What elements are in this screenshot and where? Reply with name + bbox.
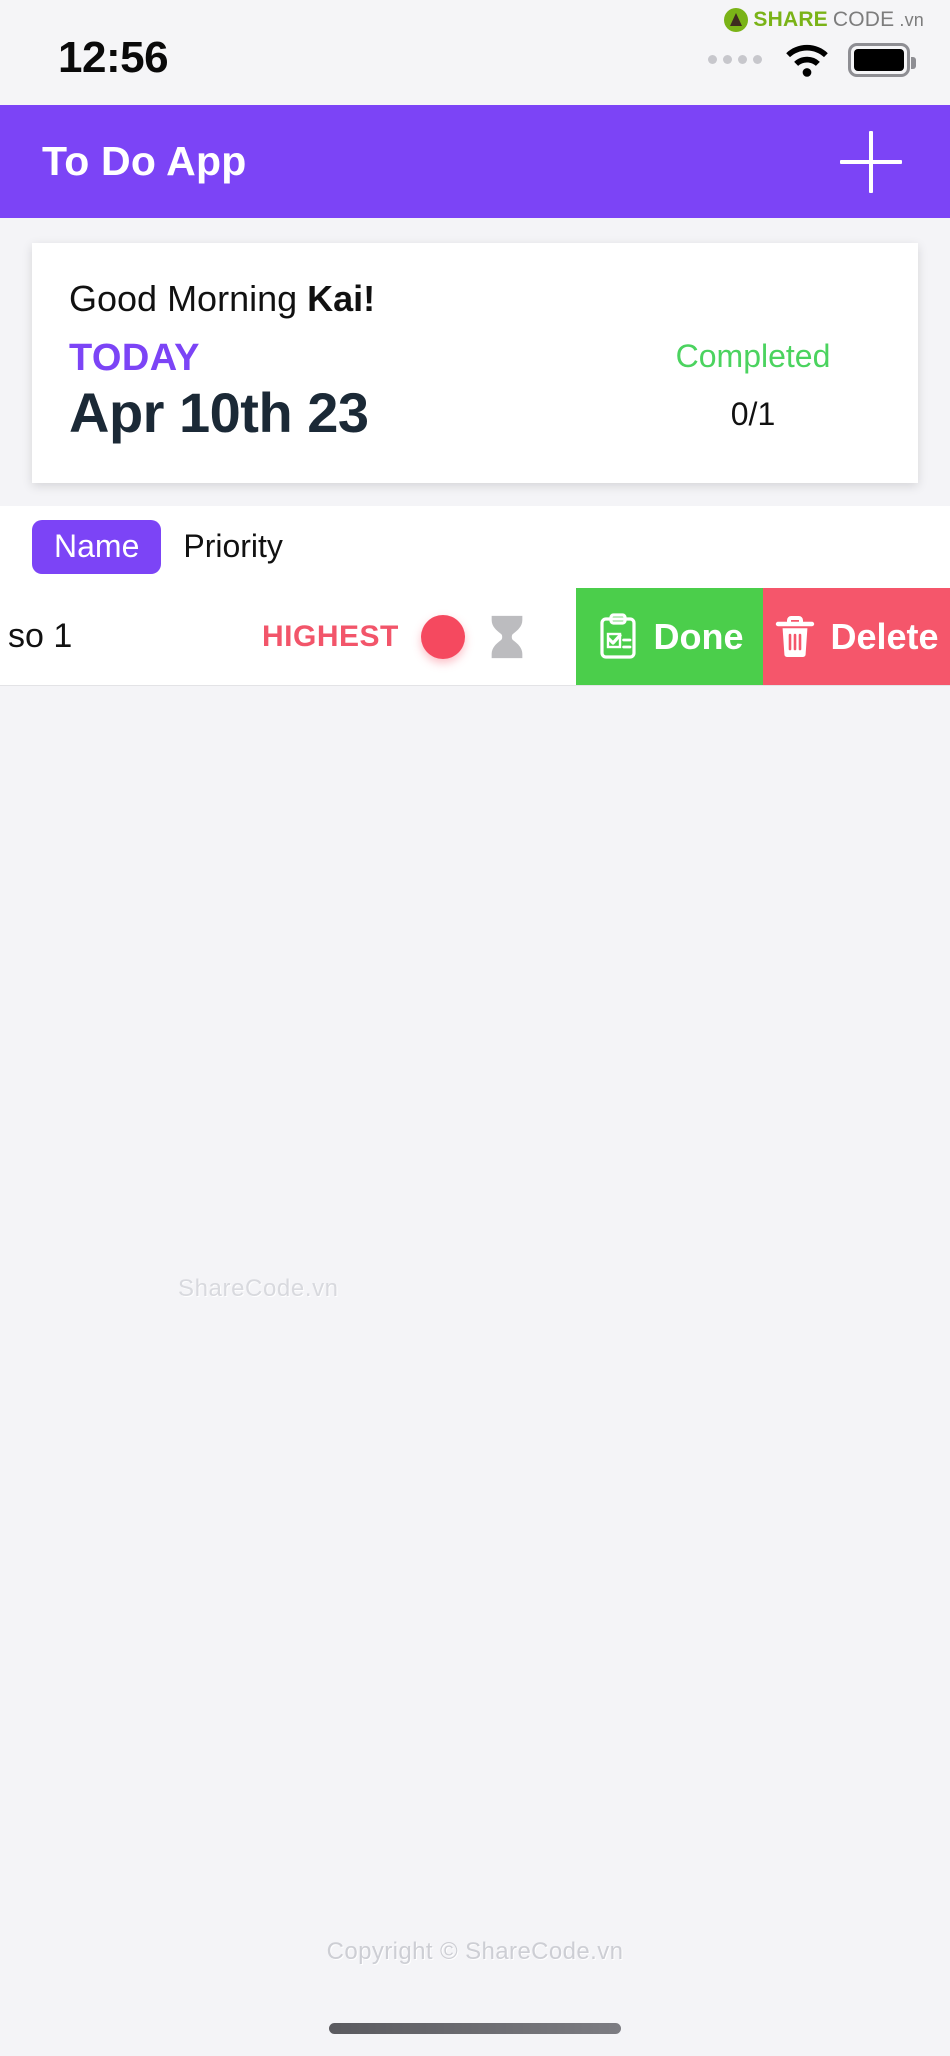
done-button-label: Done xyxy=(653,616,744,657)
sort-option-priority[interactable]: Priority xyxy=(183,530,283,564)
sharecode-watermark: SHARE CODE .vn xyxy=(724,8,924,32)
status-bar: 12:56 SHARE CODE .vn xyxy=(0,0,950,105)
watermark-tld: .vn xyxy=(899,9,924,30)
table-row[interactable]: so 1 HIGHEST Done Delete xyxy=(0,588,950,686)
greeting-name: Kai! xyxy=(307,278,376,319)
watermark-share: SHARE xyxy=(753,8,828,31)
greeting-card-left: Good Morning Kai! TODAY Apr 10th 23 xyxy=(69,279,628,443)
greeting-card-wrap: Good Morning Kai! TODAY Apr 10th 23 Comp… xyxy=(0,218,950,483)
bottom-watermark: Copyright © ShareCode.vn xyxy=(326,1938,624,1965)
greeting-card: Good Morning Kai! TODAY Apr 10th 23 Comp… xyxy=(32,243,918,483)
signal-dots-icon xyxy=(708,55,762,64)
current-date: Apr 10th 23 xyxy=(69,381,369,445)
app-bar: To Do App xyxy=(0,105,950,218)
status-time: 12:56 xyxy=(58,32,169,82)
sort-option-name[interactable]: Name xyxy=(32,520,162,574)
status-icons xyxy=(708,42,916,77)
greeting-line: Good Morning Kai! xyxy=(69,279,628,319)
delete-button[interactable]: Delete xyxy=(763,588,950,685)
priority-dot-icon xyxy=(420,615,465,659)
completed-count: 0/1 xyxy=(730,396,776,433)
status-badge: HIGHEST xyxy=(262,620,399,653)
hourglass-icon xyxy=(487,614,527,660)
plus-icon[interactable] xyxy=(840,130,902,193)
watermark-code: CODE xyxy=(832,8,895,31)
completed-label: Completed xyxy=(675,338,831,374)
battery-icon xyxy=(848,42,916,77)
wifi-icon xyxy=(784,43,830,77)
page-title: To Do App xyxy=(42,138,247,184)
task-meta: HIGHEST xyxy=(262,588,527,685)
trash-icon xyxy=(776,616,815,657)
today-label: TODAY xyxy=(69,336,200,379)
task-name: so 1 xyxy=(8,617,73,655)
row-swipe-actions: Done Delete xyxy=(576,588,950,685)
sort-bar: Name Priority xyxy=(0,506,950,588)
done-button[interactable]: Done xyxy=(576,588,763,685)
sharecode-logo-icon xyxy=(724,8,749,32)
home-indicator[interactable] xyxy=(329,2023,621,2034)
greeting-card-right: Completed 0/1 xyxy=(628,279,878,433)
greeting-prefix: Good Morning xyxy=(69,278,308,319)
delete-button-label: Delete xyxy=(830,616,939,657)
center-watermark: ShareCode.vn xyxy=(178,1275,339,1302)
clipboard-check-icon xyxy=(599,613,636,659)
phone-screen: 12:56 SHARE CODE .vn To Do App Good Morni xyxy=(0,0,950,2056)
